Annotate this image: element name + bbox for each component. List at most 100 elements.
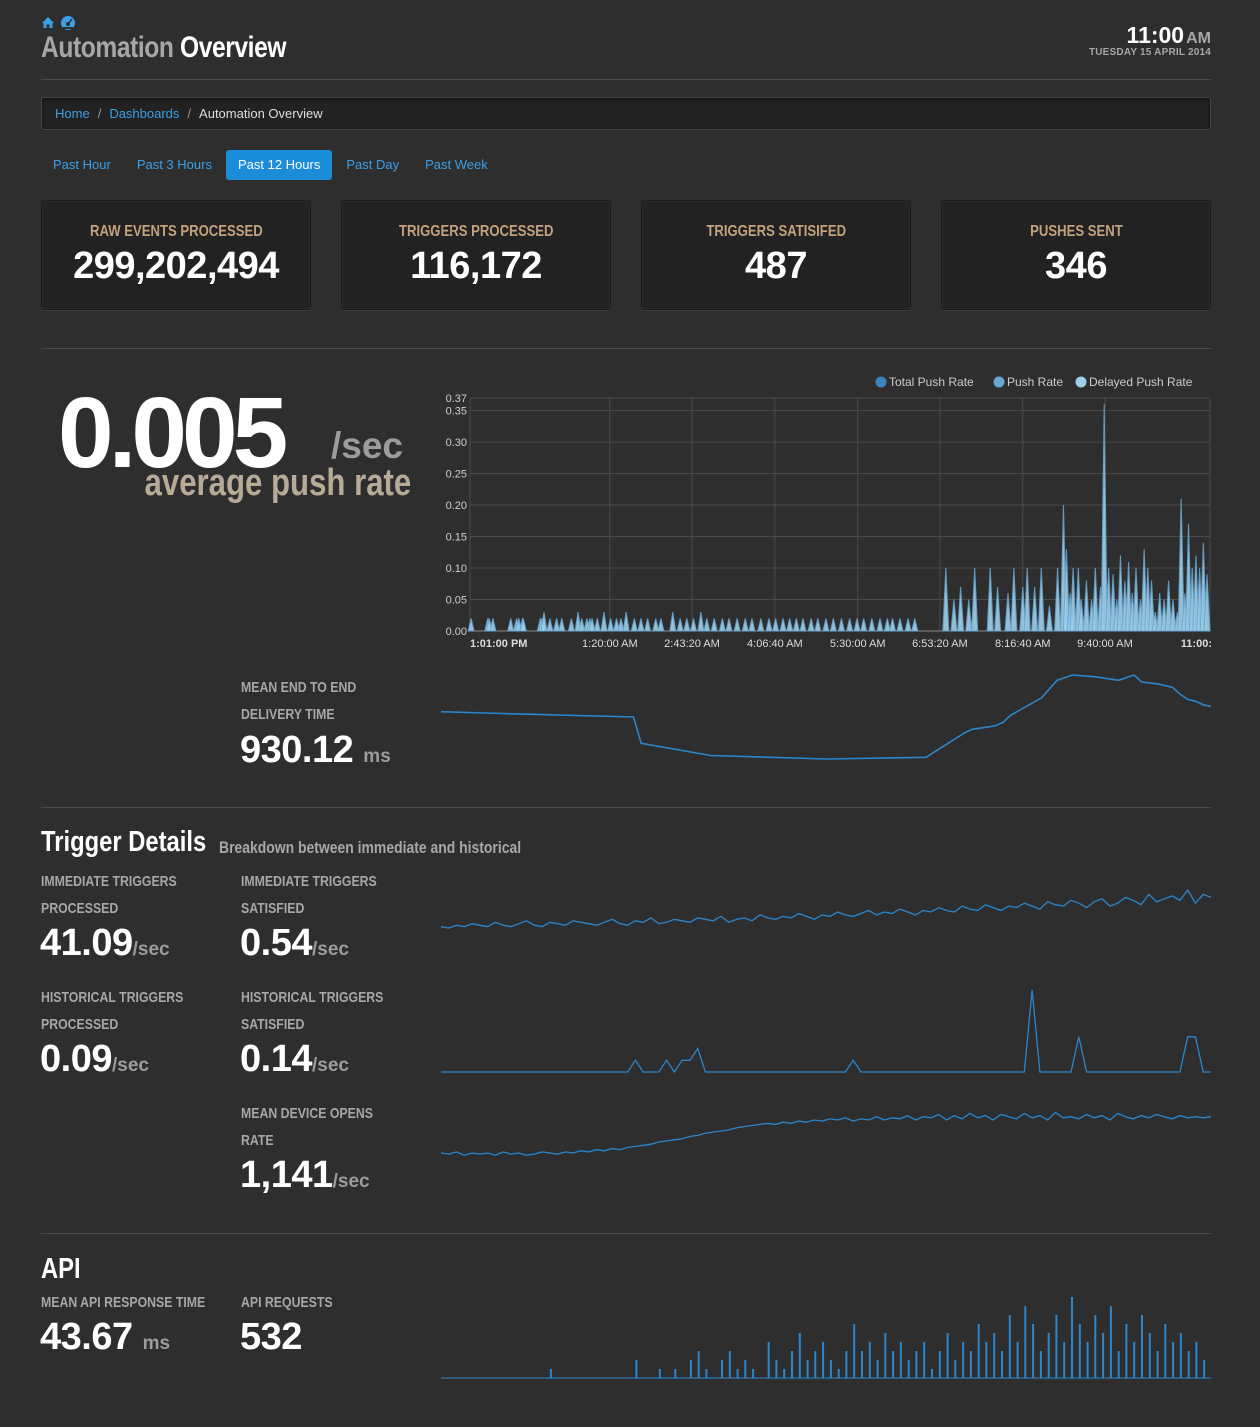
spike <box>860 618 868 632</box>
request-bar <box>829 1360 832 1378</box>
section-divider <box>41 1233 1211 1234</box>
request-bar <box>1001 1351 1003 1378</box>
y-tick-label: 0.37 <box>446 393 467 405</box>
spike <box>703 618 711 632</box>
metric-value: 0.14/sec <box>240 1038 349 1081</box>
request-bar <box>868 1342 871 1378</box>
request-bar <box>1187 1351 1190 1378</box>
request-bar <box>1179 1333 1182 1378</box>
x-tick-label: 1:01:00 PM <box>470 638 527 650</box>
stat-value: 346 <box>1045 245 1107 287</box>
request-bar <box>845 1351 848 1378</box>
spike <box>757 618 765 632</box>
stat-label: TRIGGERS PROCESSED <box>398 223 554 240</box>
delivery-value: 930.12 ms <box>240 729 391 772</box>
spike <box>896 618 904 632</box>
request-bar <box>1117 1351 1120 1378</box>
stat-value: 116,172 <box>410 245 542 287</box>
spike <box>853 618 861 632</box>
metric-label-line1: IMMEDIATE TRIGGERS <box>41 873 177 890</box>
request-bar <box>1063 1342 1066 1378</box>
api-response-label: MEAN API RESPONSE TIME <box>41 1289 241 1316</box>
spike <box>657 618 665 632</box>
request-bar <box>705 1369 708 1378</box>
request-bar <box>767 1342 770 1378</box>
request-bar <box>806 1360 809 1378</box>
spike <box>600 612 608 632</box>
request-bar <box>689 1360 692 1378</box>
spike <box>1031 586 1039 632</box>
section-divider <box>41 807 1211 808</box>
api-requests-value: 532 <box>240 1316 302 1358</box>
request-bar <box>923 1342 926 1378</box>
immediate-triggers-sparkline <box>441 888 1211 929</box>
metric-label-line1: IMMEDIATE TRIGGERS <box>241 873 377 890</box>
x-axis: 1:01:00 PM 1:20:00 AM 2:43:20 AM 4:06:40 AM… <box>470 638 1212 650</box>
metric-label: IMMEDIATE TRIGGERS SATISFIED <box>241 868 407 922</box>
spike <box>950 599 958 632</box>
y-tick-label: 0.20 <box>446 500 467 512</box>
sparkline-path <box>441 989 1211 1074</box>
request-bar <box>977 1324 980 1378</box>
request-bar <box>1102 1333 1105 1378</box>
metric-label: HISTORICAL TRIGGERS PROCESSED <box>41 984 215 1038</box>
dashboard-icon[interactable] <box>60 15 78 31</box>
request-bar <box>861 1351 863 1378</box>
api-response-unit: ms <box>142 1333 171 1354</box>
spike <box>807 618 815 632</box>
spike <box>733 618 741 632</box>
breadcrumb-dashboards[interactable]: Dashboards <box>109 106 179 121</box>
metric-label-line2: PROCESSED <box>41 900 119 917</box>
tab-past-day[interactable]: Past Day <box>334 150 411 180</box>
delivery-unit: ms <box>363 746 391 767</box>
metric-value: 1,141/sec <box>240 1154 370 1197</box>
stat-card-pushes-sent: PUSHES SENT 346 <box>941 200 1211 310</box>
request-bar <box>721 1360 723 1378</box>
spike <box>546 618 554 632</box>
legend-swatch <box>993 376 1005 388</box>
y-tick-label: 0.05 <box>446 595 467 607</box>
request-bar <box>791 1351 793 1378</box>
metric-label: IMMEDIATE TRIGGERS PROCESSED <box>41 868 207 922</box>
breadcrumb-separator: / <box>187 106 192 121</box>
breadcrumb-home[interactable]: Home <box>55 106 90 121</box>
request-bar <box>1094 1315 1097 1378</box>
spike <box>748 618 756 632</box>
spike <box>911 618 919 632</box>
trigger-details-title-text: Trigger Details <box>41 826 207 858</box>
tab-past-3-hours[interactable]: Past 3 Hours <box>125 150 224 180</box>
x-tick-label: 1:20:00 AM <box>582 638 638 650</box>
request-bar <box>946 1333 949 1378</box>
request-bar <box>1032 1324 1035 1378</box>
stat-value: 487 <box>745 245 807 287</box>
spike <box>593 618 601 632</box>
request-bar <box>1164 1324 1167 1378</box>
metric-label-line1: HISTORICAL TRIGGERS <box>41 989 184 1006</box>
request-bar <box>1148 1333 1151 1378</box>
spike <box>965 599 973 632</box>
request-bar <box>1086 1342 1089 1378</box>
tab-past-week[interactable]: Past Week <box>413 150 500 180</box>
api-requests-sparkline <box>441 1297 1211 1379</box>
api-response-value: 43.67 ms <box>40 1316 170 1359</box>
request-bar <box>658 1369 661 1378</box>
request-bar <box>775 1360 778 1378</box>
metric-value: 0.09/sec <box>40 1038 149 1081</box>
delivery-label-line2: DELIVERY TIME <box>241 706 335 723</box>
metric-label-line2: SATISFIED <box>241 1016 305 1033</box>
spike <box>552 618 561 632</box>
legend-swatch <box>1075 376 1087 388</box>
tab-past-12-hours[interactable]: Past 12 Hours <box>225 150 333 180</box>
tab-past-hour[interactable]: Past Hour <box>41 150 123 180</box>
metric-number: 41.09 <box>40 922 133 964</box>
page-title-part1: Automation <box>41 31 174 64</box>
x-tick-label: 6:53:20 AM <box>912 638 968 650</box>
request-bar <box>674 1369 677 1378</box>
trigger-details-subtitle-text: Breakdown between immediate and historic… <box>219 838 522 857</box>
request-bar <box>1203 1360 1206 1378</box>
spike <box>725 618 733 632</box>
request-bar <box>549 1369 552 1378</box>
stat-card-triggers-processed: TRIGGERS PROCESSED 116,172 <box>341 200 611 310</box>
spike <box>829 618 837 632</box>
request-bar <box>1016 1342 1019 1378</box>
